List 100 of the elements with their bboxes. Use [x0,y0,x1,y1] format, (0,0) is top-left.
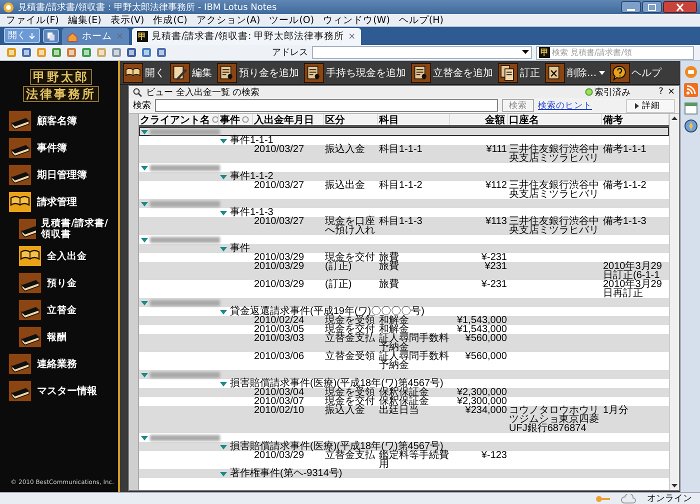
calendar-icon[interactable] [684,101,698,115]
minimize-icon[interactable] [621,1,641,13]
cloud-icon[interactable] [621,494,637,504]
action-button[interactable]: 開く [123,62,165,82]
table-cell-text: ¥111 [485,145,508,157]
expand-triangle-icon[interactable] [220,308,227,314]
address-field[interactable] [312,46,532,59]
menu-item[interactable]: 編集(E) [68,14,102,26]
book-icon[interactable] [8,191,32,213]
expand-triangle-icon[interactable] [220,444,227,450]
menu-item[interactable]: ヘルプ(H) [398,14,444,26]
table-cell-text: 2010/03/03 [253,334,306,346]
nav-item[interactable]: 預り金 [47,278,77,288]
compass-icon[interactable] [684,119,698,133]
table-cell-text: 現金を受領 [325,388,375,397]
nav-item[interactable]: 見積書/請求書/領収書 [41,218,114,240]
toolbar-icon[interactable] [66,47,77,58]
toolbar-icon[interactable] [156,47,167,58]
action-button[interactable]: 編集 [170,62,212,82]
nav-item[interactable]: 顧客名簿 [37,116,77,126]
group-row[interactable] [139,127,669,136]
nav-item[interactable]: 報酬 [47,332,67,342]
column-header[interactable]: 事件 [219,114,253,125]
close-button[interactable]: × [667,87,675,97]
table-cell-text: ¥560,000 [465,334,508,346]
nav-item[interactable]: マスター情報 [37,386,97,396]
book-icon[interactable] [8,353,32,375]
chat-icon[interactable] [684,65,698,79]
book-icon[interactable] [18,326,42,348]
tab[interactable]: ホーム × [62,28,129,45]
column-header[interactable]: 入出金年月日 [253,114,324,125]
menu-item[interactable]: アクション(A) [196,14,260,26]
expand-triangle-icon[interactable] [220,210,227,216]
toolbar-icon[interactable] [21,47,32,58]
close-tab-button[interactable]: × [348,32,356,42]
close-icon[interactable] [663,1,697,13]
expand-triangle-icon[interactable] [220,380,227,386]
book-icon[interactable] [18,245,42,267]
sort-icon[interactable] [212,116,218,123]
action-button[interactable]: 預り金を追加 [217,62,299,82]
action-button[interactable]: ヘルプ [610,62,662,82]
table-cell-text: ¥-231 [480,280,508,292]
toolbar-icon[interactable] [81,47,92,58]
toolbar-icon[interactable] [51,47,62,58]
maximize-icon[interactable] [642,1,662,13]
search-field[interactable] [155,99,498,112]
action-button[interactable]: 手持ち現金を追加 [304,62,406,82]
menu-item[interactable]: ツール(O) [269,14,314,26]
nav-item[interactable]: 事件簿 [37,142,67,154]
nav-item[interactable]: 全入出金 [47,250,87,262]
sort-icon[interactable] [242,116,249,123]
expand-triangle-icon[interactable] [220,470,227,476]
search-tips-link[interactable]: 検索のヒント [538,100,592,112]
table-cell-text: 立替金受領 [324,352,376,364]
toolbar-icon[interactable] [141,47,152,58]
expand-triangle-icon[interactable] [141,300,148,306]
expand-triangle-icon[interactable] [141,434,148,440]
book-icon[interactable] [18,272,42,294]
expand-triangle-icon[interactable] [141,372,148,378]
column-header[interactable]: 金額 [450,114,508,125]
nav-item[interactable]: 連絡業務 [37,358,77,370]
expand-triangle-icon[interactable] [141,164,148,170]
column-header[interactable]: 科目 [378,114,450,125]
column-header[interactable]: クライアント名 [139,114,219,125]
details-button[interactable]: 詳細 [626,98,675,112]
expand-triangle-icon[interactable] [141,200,148,206]
help-button[interactable]: ? [658,87,664,97]
menu-item[interactable]: ウィンドウ(W) [323,14,390,26]
tab[interactable]: 甲 見積書/請求書/領収書: 甲野太郎法律事務所 × [132,28,361,45]
toolbar-icon[interactable] [111,47,122,58]
nav-item[interactable]: 立替金 [47,304,77,316]
online-status[interactable]: オンライン [647,492,692,504]
menu-item[interactable]: 表示(V) [110,14,144,26]
expand-triangle-icon[interactable] [220,174,227,180]
expand-triangle-icon[interactable] [141,128,148,134]
scroll-up-icon[interactable] [670,114,679,123]
toolbar-icon[interactable] [126,47,137,58]
book-icon[interactable] [18,299,42,321]
menu-item[interactable]: 作成(C) [153,14,188,26]
book-icon[interactable] [8,137,32,159]
book-icon[interactable] [8,380,32,402]
search-field[interactable]: 甲 検索 見積書/請求書/領 [536,46,694,60]
book-icon[interactable] [8,164,32,186]
expand-triangle-icon[interactable] [141,236,148,242]
dropdown-caret-icon[interactable] [522,50,529,55]
column-header[interactable]: 区分 [324,114,378,125]
menu-item[interactable]: ファイル(F) [6,14,59,26]
nav-item[interactable]: 期日管理簿 [37,170,87,180]
action-button[interactable]: 立替金を追加 [411,62,493,82]
book-icon[interactable] [18,218,36,240]
windows-icon[interactable] [43,29,59,43]
rss-icon[interactable] [684,83,698,97]
action-button[interactable]: 訂正 [498,62,540,82]
expand-triangle-icon[interactable] [220,246,227,252]
action-button[interactable]: 削除... [545,62,605,82]
nav-item[interactable]: 請求管理 [37,196,77,208]
expand-triangle-icon[interactable] [220,138,227,144]
column-header[interactable]: 口座名 [508,114,602,125]
scroll-down-icon[interactable] [670,481,679,490]
book-icon[interactable] [8,110,32,132]
